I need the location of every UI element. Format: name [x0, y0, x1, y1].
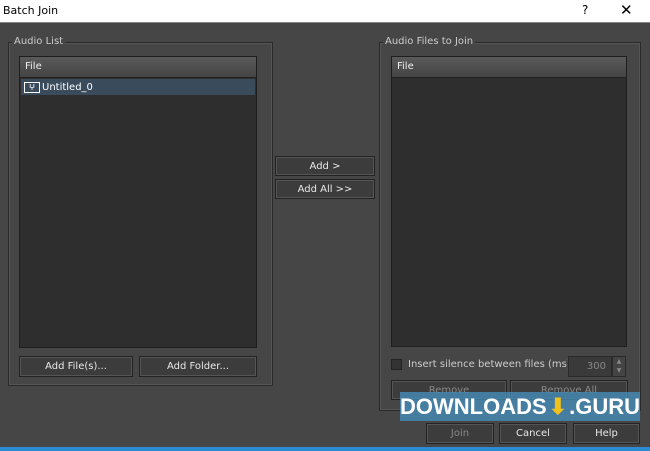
join-list-label: Audio Files to Join: [383, 36, 476, 47]
audio-list-label: Audio List: [12, 36, 66, 47]
add-files-button[interactable]: Add File(s)...: [19, 356, 133, 377]
add-button[interactable]: Add >: [275, 156, 375, 176]
title-bar: Batch Join ? ✕: [0, 0, 650, 23]
waveform-icon: ⵖ: [24, 81, 40, 93]
silence-label: Insert silence between files (ms):: [408, 359, 575, 370]
spin-down-icon[interactable]: ▼: [613, 366, 625, 375]
list-item-name: Untitled_0: [42, 81, 93, 93]
column-header-file[interactable]: File: [392, 57, 626, 78]
silence-input[interactable]: 300: [568, 356, 612, 377]
cancel-button[interactable]: Cancel: [499, 423, 567, 444]
list-item[interactable]: ⵖ Untitled_0: [21, 79, 255, 95]
join-list[interactable]: File: [391, 56, 627, 347]
bottom-border: [0, 447, 650, 451]
help-button[interactable]: Help: [573, 423, 640, 444]
remove-all-button[interactable]: Remove All: [510, 380, 628, 400]
help-icon[interactable]: ?: [582, 3, 588, 17]
close-icon[interactable]: ✕: [620, 1, 633, 19]
silence-spinner[interactable]: ▲ ▼: [612, 356, 626, 377]
add-folder-button[interactable]: Add Folder...: [139, 356, 257, 377]
silence-checkbox[interactable]: [391, 359, 402, 370]
column-header-file[interactable]: File: [20, 57, 256, 78]
remove-button[interactable]: Remove: [391, 380, 507, 400]
join-button[interactable]: Join: [426, 423, 494, 444]
add-all-button[interactable]: Add All >>: [275, 179, 375, 199]
window-title: Batch Join: [3, 4, 59, 17]
spin-up-icon[interactable]: ▲: [613, 357, 625, 366]
audio-list[interactable]: File ⵖ Untitled_0: [19, 56, 257, 348]
